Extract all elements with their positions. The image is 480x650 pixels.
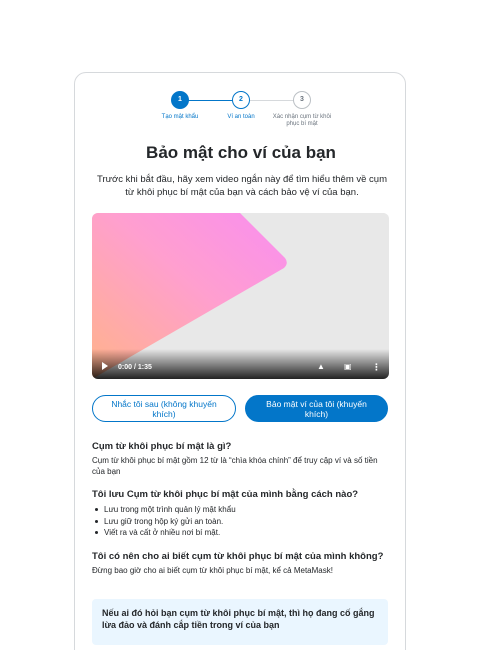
play-icon[interactable] — [102, 362, 108, 370]
list-item: Viết ra và cất ở nhiều nơi bí mật. — [92, 527, 392, 539]
faq-question: Tôi lưu Cụm từ khôi phục bí mật của mình… — [92, 489, 359, 500]
video-controls: 0:00 / 1:35 ▲ ▣ ⋮ — [92, 349, 389, 379]
step-number: 1 — [171, 91, 189, 109]
progress-stepper: 1 Tạo mật khẩu 2 Ví an toàn 3 Xác nhận c… — [75, 91, 407, 141]
video-time: 0:00 / 1:35 — [118, 364, 152, 371]
fullscreen-icon[interactable]: ▣ — [344, 362, 352, 371]
faq-question: Cụm từ khôi phục bí mật là gì? — [92, 441, 232, 452]
faq-answer-list: Lưu trong một trình quản lý mật khẩu Lưu… — [92, 504, 392, 539]
step-label: Tạo mật khẩu — [161, 114, 199, 120]
faq-what-is-srp: Cụm từ khôi phục bí mật là gì? Cụm từ kh… — [92, 441, 392, 477]
step-number: 2 — [232, 91, 250, 109]
step-number: 3 — [293, 91, 311, 109]
more-icon[interactable]: ⋮ — [372, 362, 381, 373]
onboarding-card: 1 Tạo mật khẩu 2 Ví an toàn 3 Xác nhận c… — [74, 72, 406, 650]
step-label: Xác nhận cụm từ khôi phục bí mật — [272, 114, 332, 127]
secure-wallet-button[interactable]: Bảo mật ví của tôi (khuyến khích) — [245, 395, 388, 422]
faq-share: Tôi có nên cho ai biết cụm từ khôi phục … — [92, 551, 392, 576]
page-title: Bảo mật cho ví của bạn — [146, 143, 336, 162]
step-label: Ví an toàn — [227, 114, 255, 120]
faq-question: Tôi có nên cho ai biết cụm từ khôi phục … — [92, 551, 384, 562]
step-create-password: 1 Tạo mật khẩu — [145, 91, 215, 121]
step-secure-wallet: 2 Ví an toàn — [206, 91, 276, 121]
intro-text: Trước khi bắt đầu, hãy xem video ngắn nà… — [97, 174, 387, 198]
list-item: Lưu giữ trong hộp ký gửi an toàn. — [92, 516, 392, 528]
step-confirm-phrase: 3 Xác nhận cụm từ khôi phục bí mật — [267, 91, 337, 128]
list-item: Lưu trong một trình quản lý mật khẩu — [92, 504, 392, 516]
remind-later-button[interactable]: Nhắc tôi sau (không khuyến khích) — [92, 395, 236, 422]
scam-warning-banner: Nếu ai đó hỏi bạn cụm từ khôi phục bí mậ… — [92, 599, 388, 645]
video-player[interactable]: 0:00 / 1:35 ▲ ▣ ⋮ — [92, 213, 389, 379]
faq-answer: Đừng bao giờ cho ai biết cụm từ khôi phụ… — [92, 566, 333, 575]
volume-icon[interactable]: ▲ — [317, 362, 325, 371]
faq-how-to-save: Tôi lưu Cụm từ khôi phục bí mật của mình… — [92, 489, 392, 539]
faq-answer: Cụm từ khôi phục bí mật gồm 12 từ là “ch… — [92, 456, 378, 476]
